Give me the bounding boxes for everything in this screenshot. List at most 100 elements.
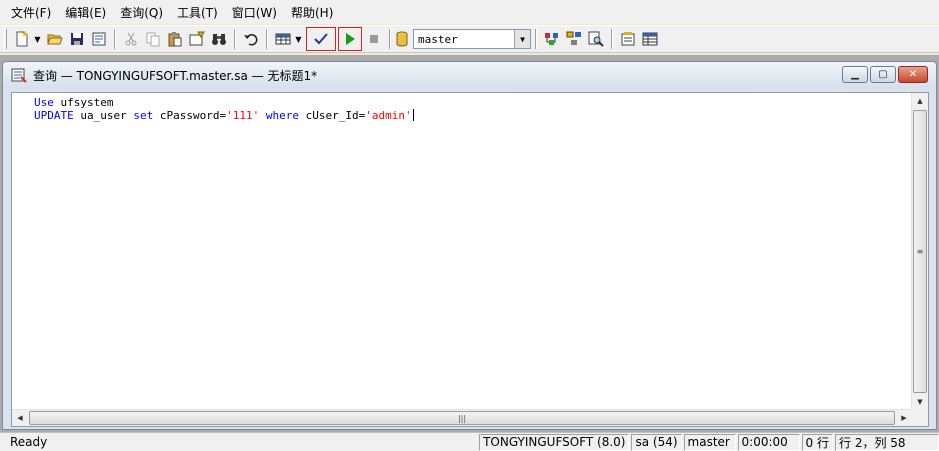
query-window: 查询 — TONGYINGUFSOFT.master.sa — 无标题1* ▁ … <box>2 61 937 430</box>
database-icon <box>396 31 408 47</box>
object-search-button[interactable] <box>564 29 584 49</box>
keyword: where <box>265 109 299 122</box>
find-button[interactable] <box>209 29 229 49</box>
chevron-down-icon[interactable]: ▼ <box>514 30 530 48</box>
code-text: cUser_Id= <box>298 109 366 122</box>
minimize-icon: ▁ <box>851 69 859 80</box>
new-query-button[interactable] <box>12 29 32 49</box>
status-row-count: 0 行 <box>801 433 833 451</box>
horizontal-scroll-thumb[interactable]: ||| <box>29 411 895 425</box>
execute-query-button[interactable] <box>338 27 362 51</box>
table-icon <box>642 32 658 46</box>
results-mode-button[interactable] <box>273 29 293 49</box>
query-window-title: 查询 — TONGYINGUFSOFT.master.sa — 无标题1* <box>33 68 318 83</box>
play-icon <box>346 33 355 45</box>
checkmark-icon <box>314 33 328 45</box>
database-select[interactable]: master ▼ <box>413 29 531 49</box>
minimize-button[interactable]: ▁ <box>842 66 868 83</box>
string-literal: 'admin' <box>365 109 412 122</box>
binoculars-icon <box>212 34 226 45</box>
menu-help[interactable]: 帮助(H) <box>284 2 340 23</box>
scroll-right-icon[interactable]: ▶ <box>896 410 912 426</box>
string-literal: '111' <box>226 109 260 122</box>
stop-icon <box>370 35 378 43</box>
scrollbar-corner <box>911 409 928 426</box>
toolbar-separator <box>234 29 236 49</box>
keyword: Use <box>34 96 54 109</box>
magnifier-icon <box>588 31 604 47</box>
menu-file[interactable]: 文件(F) <box>4 2 58 23</box>
keyword: set <box>133 109 154 122</box>
new-dropdown-arrow[interactable]: ▼ <box>33 35 42 44</box>
status-database: master <box>683 433 736 451</box>
undo-button[interactable] <box>241 29 261 49</box>
vertical-scroll-thumb[interactable]: ≡ <box>913 110 927 393</box>
open-button[interactable] <box>45 29 65 49</box>
folder-open-icon <box>47 34 63 45</box>
clear-button[interactable] <box>187 29 207 49</box>
close-icon: ✕ <box>908 69 918 80</box>
window-controls: ▁ ▢ ✕ <box>842 66 928 83</box>
toolbar-separator <box>114 29 116 49</box>
toolbar: ▼ ▼ master ▼ <box>0 25 939 53</box>
clipboard-icon <box>168 32 182 47</box>
code-text: cPassword= <box>153 109 227 122</box>
cancel-query-button[interactable] <box>364 29 384 49</box>
properties-icon <box>621 32 635 46</box>
code-line-1: Use ufsystem <box>34 96 910 109</box>
parse-query-button[interactable] <box>306 27 336 51</box>
save-button[interactable] <box>67 29 87 49</box>
status-server: TONGYINGUFSOFT (8.0) <box>479 433 630 451</box>
query-window-icon <box>11 68 27 83</box>
show-plan-button[interactable] <box>586 29 606 49</box>
sql-code[interactable]: Use ufsystem UPDATE ua_user set cPassword… <box>34 96 910 122</box>
options-button[interactable] <box>618 29 638 49</box>
menu-tools[interactable]: 工具(T) <box>170 2 225 23</box>
code-text: ufsystem <box>53 96 114 109</box>
clear-window-icon <box>189 31 205 46</box>
code-line-2: UPDATE ua_user set cPassword='111' where… <box>34 109 910 122</box>
code-text: ua_user <box>73 109 134 122</box>
toolbar-separator <box>389 29 391 49</box>
toolbar-separator <box>266 29 268 49</box>
status-bar: Ready TONGYINGUFSOFT (8.0) sa (54) maste… <box>0 432 939 451</box>
vertical-scrollbar[interactable]: ▲ ≡ ▼ <box>911 93 928 410</box>
object-browser-button[interactable] <box>542 29 562 49</box>
toolbar-separator <box>611 29 613 49</box>
editor-gutter <box>12 93 32 410</box>
restore-icon: ▢ <box>878 69 888 80</box>
scroll-up-icon[interactable]: ▲ <box>912 93 928 109</box>
status-ready: Ready <box>10 435 48 449</box>
toolbar-separator <box>535 29 537 49</box>
horizontal-scrollbar[interactable]: ◀ ||| ▶ <box>12 409 912 426</box>
maximize-button[interactable]: ▢ <box>870 66 896 83</box>
copy-button[interactable] <box>143 29 163 49</box>
scroll-left-icon[interactable]: ◀ <box>12 410 28 426</box>
object-search-icon <box>566 31 581 45</box>
results-pane-button[interactable] <box>640 29 660 49</box>
cut-button[interactable] <box>121 29 141 49</box>
scissors-icon <box>125 32 137 46</box>
object-browser-icon <box>545 33 558 45</box>
close-button[interactable]: ✕ <box>898 66 928 83</box>
load-script-button[interactable] <box>89 29 109 49</box>
status-elapsed-time: 0:00:00 <box>737 433 800 451</box>
results-mode-dropdown[interactable]: ▼ <box>294 35 303 44</box>
database-select-value: master <box>418 32 458 46</box>
status-cursor-position: 行 2，列 58 <box>835 433 939 451</box>
scroll-down-icon[interactable]: ▼ <box>912 394 928 410</box>
query-window-titlebar[interactable]: 查询 — TONGYINGUFSOFT.master.sa — 无标题1* ▁ … <box>3 62 936 88</box>
new-document-icon <box>16 31 28 47</box>
undo-icon <box>244 34 258 46</box>
keyword: UPDATE <box>34 109 74 122</box>
menu-window[interactable]: 窗口(W) <box>225 2 284 23</box>
sql-editor[interactable]: Use ufsystem UPDATE ua_user set cPassword… <box>11 92 929 427</box>
menu-edit[interactable]: 编辑(E) <box>58 2 113 23</box>
menu-query[interactable]: 查询(Q) <box>113 2 170 23</box>
text-caret <box>412 109 414 121</box>
toolbar-grip <box>4 29 7 49</box>
grid-icon <box>275 33 291 45</box>
mdi-client-area: 查询 — TONGYINGUFSOFT.master.sa — 无标题1* ▁ … <box>0 55 939 432</box>
paste-button[interactable] <box>165 29 185 49</box>
